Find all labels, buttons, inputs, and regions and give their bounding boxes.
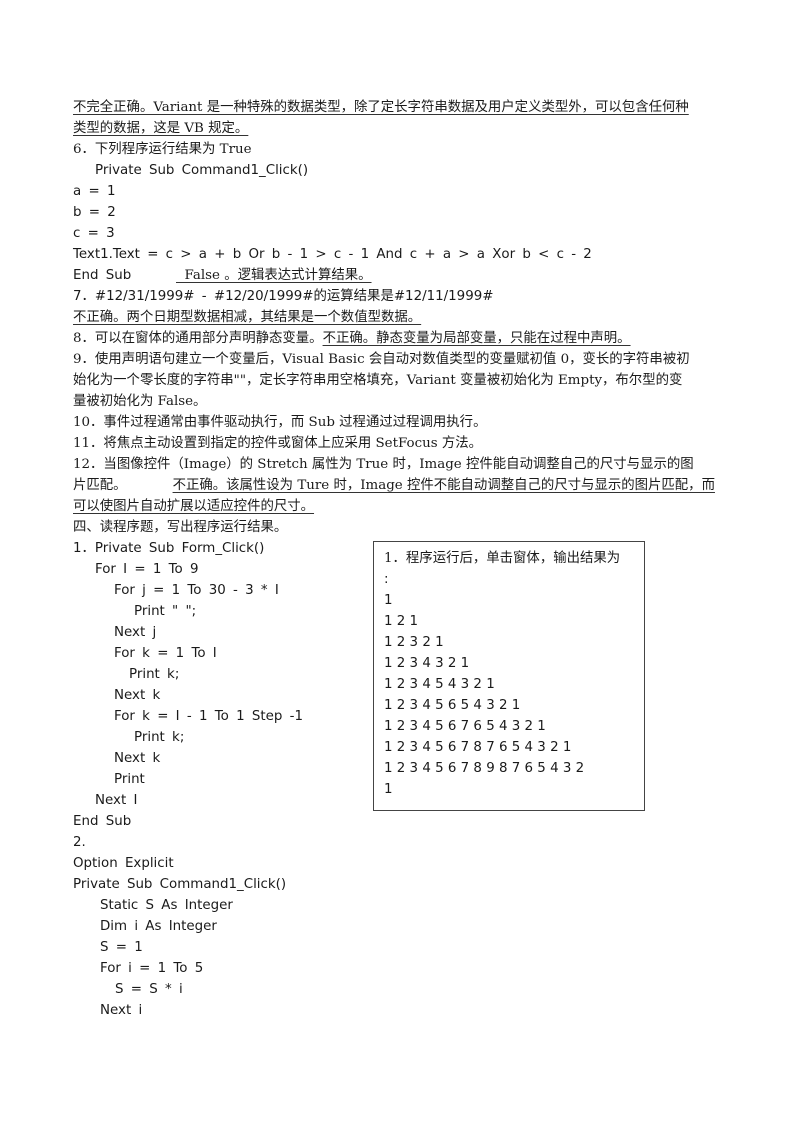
answer-box-line: 1．程序运行后，单击窗体，输出结果为 xyxy=(384,551,621,566)
program2-code-line: Static S As Integer xyxy=(100,898,233,913)
q6-title: 6．下列程序运行结果为 True xyxy=(73,142,252,157)
q9-line-1: 9．使用声明语句建立一个变量后，Visual Basic 会自动对数值类型的变量… xyxy=(73,352,690,367)
q12-answer: 不正确。该属性设为 Ture 时，Image 控件不能自动调整自己的尺寸与显示的… xyxy=(172,478,715,493)
q5-answer-line-2: 类型的数据，这是 VB 规定。 xyxy=(73,121,249,136)
document-page: 不完全正确。Variant 是一种特殊的数据类型，除了定长字符串数据及用户定义类… xyxy=(0,0,800,1132)
program1-code-line: For I = 1 To 9 xyxy=(95,562,199,577)
q8-answer: 不正确。静态变量为局部变量，只能在过程中声明。 xyxy=(322,331,631,346)
q12-line-3: 可以使图片自动扩展以适应控件的尺寸。 xyxy=(73,499,315,514)
q6-code-line: End Sub xyxy=(73,268,132,283)
q6-code-line: Text1.Text = c > a + b Or b - 1 > c - 1 … xyxy=(73,247,592,262)
answer-box-line: 1 2 3 4 5 6 7 8 7 6 5 4 3 2 1 xyxy=(384,740,572,755)
q6-code-line: Private Sub Command1_Click() xyxy=(95,163,309,178)
q12-prefix: 片匹配。 xyxy=(73,478,127,493)
q9-line-2: 始化为一个零长度的字符串""，定长字符串用空格填充，Variant 变量被初始化… xyxy=(73,373,683,388)
q10-line: 10．事件过程通常由事件驱动执行，而 Sub 过程通过过程调用执行。 xyxy=(73,415,487,430)
program1-code-line: Print " "; xyxy=(134,604,197,619)
program1-code-line: Next k xyxy=(114,751,161,766)
answer-box-line: 1 2 3 4 5 4 3 2 1 xyxy=(384,677,495,692)
q6-code-line: a = 1 xyxy=(73,184,116,199)
program1-code-line: For k = I - 1 To 1 Step -1 xyxy=(114,709,303,724)
q8-title: 8．可以在窗体的通用部分声明静态变量。 xyxy=(73,331,323,346)
program2-code-line: S = S * i xyxy=(115,982,183,997)
answer-box-line: 1 2 3 4 5 6 7 6 5 4 3 2 1 xyxy=(384,719,546,734)
program2-code-line: 2. xyxy=(73,835,86,850)
program1-code-line: Next k xyxy=(114,688,161,703)
program1-code-line: Next I xyxy=(95,793,138,808)
program2-code-line: Option Explicit xyxy=(73,856,174,871)
q6-code-line: c = 3 xyxy=(73,226,115,241)
program1-code-line: End Sub xyxy=(73,814,132,829)
program1-code-line: Next j xyxy=(114,625,157,640)
section-4-heading: 四、读程序题，写出程序运行结果。 xyxy=(73,520,288,535)
q7-title: 7．#12/31/1999# - #12/20/1999#的运算结果是#12/1… xyxy=(73,289,494,304)
answer-box-line: 1 xyxy=(384,593,393,608)
program1-code-line: Print k; xyxy=(134,730,185,745)
q6-code-line: b = 2 xyxy=(73,205,116,220)
answer-box-line: 1 xyxy=(384,782,393,797)
q7-answer: 不正确。两个日期型数据相减，其结果是一个数值型数据。 xyxy=(73,310,422,325)
q9-line-3: 量被初始化为 False。 xyxy=(73,394,207,409)
answer-box-line: 1 2 3 2 1 xyxy=(384,635,444,650)
program2-code-line: Dim i As Integer xyxy=(100,919,217,934)
program1-code-line: For k = 1 To I xyxy=(114,646,217,661)
q6-answer: False 。逻辑表达式计算结果。 xyxy=(176,268,372,283)
answer-box-line: 1 2 3 4 5 6 7 8 9 8 7 6 5 4 3 2 xyxy=(384,761,585,776)
answer-box: 1．程序运行后，单击窗体，输出结果为 : 1 1 2 1 1 2 3 2 1 1… xyxy=(373,541,645,811)
q12-line-2: 片匹配。 不正确。该属性设为 Ture 时，Image 控件不能自动调整自己的尺寸… xyxy=(73,475,715,496)
program1-code-line: Print k; xyxy=(129,667,180,682)
program2-code-line: Next i xyxy=(100,1003,143,1018)
answer-box-line: : xyxy=(384,572,389,587)
q5-answer-line-1: 不完全正确。Variant 是一种特殊的数据类型，除了定长字符串数据及用户定义类… xyxy=(73,100,689,115)
q12-line-1: 12．当图像控件（Image）的 Stretch 属性为 True 时，Imag… xyxy=(73,457,694,472)
program2-code-line: For i = 1 To 5 xyxy=(100,961,204,976)
answer-box-line: 1 2 1 xyxy=(384,614,419,629)
program2-code-line: S = 1 xyxy=(100,940,143,955)
q8-line: 8．可以在窗体的通用部分声明静态变量。不正确。静态变量为局部变量，只能在过程中声… xyxy=(73,328,631,349)
answer-box-line: 1 2 3 4 3 2 1 xyxy=(384,656,470,671)
program1-code-line: For j = 1 To 30 - 3 * I xyxy=(114,583,279,598)
program1-code-line: Print xyxy=(114,772,145,787)
program1-code-line: 1．Private Sub Form_Click() xyxy=(73,541,265,556)
q11-line: 11．将焦点主动设置到指定的控件或窗体上应采用 SetFocus 方法。 xyxy=(73,436,483,451)
answer-box-line: 1 2 3 4 5 6 5 4 3 2 1 xyxy=(384,698,521,713)
program2-code-line: Private Sub Command1_Click() xyxy=(73,877,287,892)
